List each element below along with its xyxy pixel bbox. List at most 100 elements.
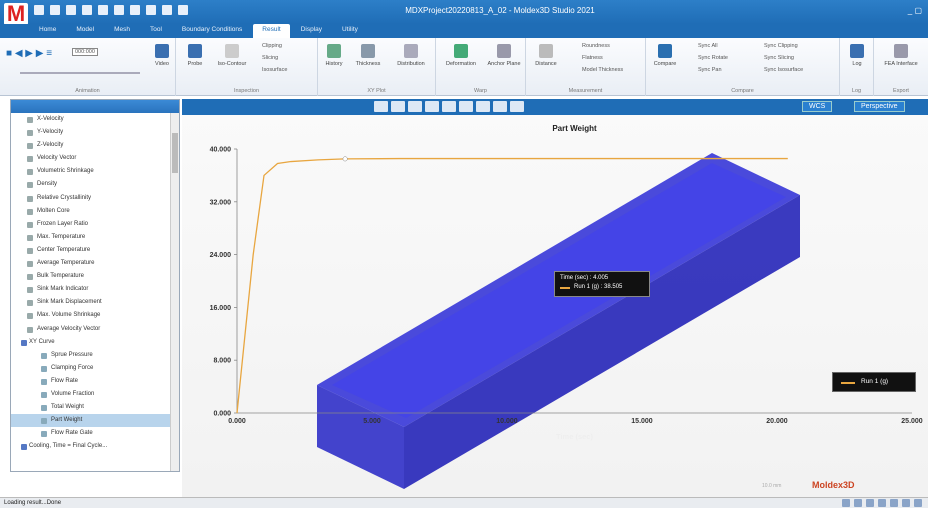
tree-item-label: Average Temperature [37, 260, 95, 267]
scale-bar: 10.0 mm [762, 483, 782, 489]
redo-icon[interactable] [130, 5, 140, 15]
tab-boundary-conditions[interactable]: Boundary Conditions [173, 24, 251, 38]
tree-item[interactable]: Clamping Force [11, 362, 171, 375]
flatness-button[interactable]: Flatness [582, 55, 603, 61]
tree-item-label: Y-Velocity [37, 129, 64, 136]
animation-slider[interactable] [20, 72, 140, 74]
clipping-button[interactable]: Clipping [262, 43, 282, 49]
anchor-plane-button[interactable]: Anchor Plane [486, 44, 522, 67]
tree-item[interactable]: X-Velocity [11, 113, 171, 126]
project-icon[interactable] [82, 5, 92, 15]
ortho-icon[interactable] [854, 499, 862, 507]
slicing-button[interactable]: Slicing [262, 55, 278, 61]
tree-item[interactable]: Sink Mark Indicator [11, 283, 171, 296]
tree-item[interactable]: Density [11, 178, 171, 191]
window-controls[interactable]: _ ▢ [908, 6, 922, 15]
deformation-button[interactable]: Deformation [440, 44, 482, 67]
compare-button[interactable]: Compare [648, 44, 682, 67]
tab-result[interactable]: Result [253, 24, 290, 38]
sync-all-button[interactable]: Sync All [698, 43, 718, 49]
tab-utility[interactable]: Utility [333, 24, 367, 38]
video-button[interactable]: Video [150, 44, 174, 67]
distance-button[interactable]: Distance [528, 44, 564, 67]
axis-icon[interactable] [493, 101, 507, 112]
save-as-icon[interactable] [146, 5, 156, 15]
tree-scrollbar[interactable] [170, 113, 179, 471]
zoom-icon[interactable] [408, 101, 422, 112]
tree-item[interactable]: Molten Core [11, 205, 171, 218]
fit-icon[interactable] [374, 101, 388, 112]
tree-item[interactable]: Volumetric Shrinkage [11, 165, 171, 178]
iso-contour-button[interactable]: Iso-Contour [212, 44, 252, 67]
scrollbar-thumb[interactable] [172, 133, 178, 173]
sync-rotate-button[interactable]: Sync Rotate [698, 55, 728, 61]
probe-button[interactable]: Probe [182, 44, 208, 67]
tree-item[interactable]: Bulk Temperature [11, 270, 171, 283]
tree-item[interactable]: Part Weight [11, 414, 171, 428]
select-icon[interactable] [842, 499, 850, 507]
mesh-icon[interactable] [476, 101, 490, 112]
tree-item[interactable]: Relative Crystallinity [11, 192, 171, 205]
tree-item[interactable]: Total Weight [11, 401, 171, 414]
tree-item[interactable]: Max. Temperature [11, 231, 171, 244]
wcs-dropdown[interactable]: WCS [802, 101, 833, 112]
new-icon[interactable] [34, 5, 44, 15]
tree-item[interactable]: Sink Mark Displacement [11, 296, 171, 309]
view-cube-icon[interactable] [459, 101, 473, 112]
tree-item[interactable]: Flow Rate [11, 375, 171, 388]
fea-interface-button[interactable]: FEA Interface [880, 44, 922, 67]
display-mode-icon[interactable] [425, 101, 439, 112]
distribution-button[interactable]: Distribution [390, 44, 432, 67]
x-tick-label: 5.000 [363, 418, 381, 425]
tree-item[interactable]: Flow Rate Gate [11, 427, 171, 440]
tab-display[interactable]: Display [292, 24, 331, 38]
tree-item[interactable]: Average Temperature [11, 257, 171, 270]
sync-isosurface-button[interactable]: Sync Isosurface [764, 67, 803, 73]
plane-icon[interactable] [866, 499, 874, 507]
app-logo[interactable]: M [4, 3, 28, 25]
tree-item[interactable]: XY Curve [11, 336, 171, 349]
tree-item[interactable]: Frozen Layer Ratio [11, 218, 171, 231]
capture-icon[interactable] [178, 5, 188, 15]
tree-item[interactable]: Average Velocity Vector [11, 323, 171, 336]
tab-model[interactable]: Model [67, 24, 103, 38]
sync-pan-button[interactable]: Sync Pan [698, 67, 722, 73]
tab-tool[interactable]: Tool [141, 24, 171, 38]
graphics-viewport[interactable]: WCS Perspective 0.000 5.000 10.000 15.000 20… [182, 99, 928, 497]
tree-item[interactable]: Max. Volume Shrinkage [11, 309, 171, 322]
settings-icon[interactable] [98, 5, 108, 15]
log-button[interactable]: Log [844, 44, 870, 67]
tree-item[interactable]: Center Temperature [11, 244, 171, 257]
snap-icon[interactable] [878, 499, 886, 507]
layer-icon[interactable] [510, 101, 524, 112]
tab-mesh[interactable]: Mesh [105, 24, 139, 38]
history-button[interactable]: History [320, 44, 348, 67]
frame-counter[interactable]: 000:000 [72, 48, 98, 56]
help-icon[interactable] [162, 5, 172, 15]
thickness-button[interactable]: Thickness [350, 44, 386, 67]
isosurface-button[interactable]: Isosurface [262, 67, 287, 73]
tree-item[interactable]: Cooling, Time = Final Cycle... [11, 440, 171, 453]
tree-item[interactable]: Sprue Pressure [11, 349, 171, 362]
model-thickness-button[interactable]: Model Thickness [582, 67, 623, 73]
sync-slicing-button[interactable]: Sync Slicing [764, 55, 794, 61]
pin-icon[interactable] [902, 499, 910, 507]
undo-icon[interactable] [114, 5, 124, 15]
shading-icon[interactable] [442, 101, 456, 112]
animation-controls[interactable]: ■ ◀ ▶ ▶ ≡ [6, 48, 52, 59]
save-icon[interactable] [66, 5, 76, 15]
measure-icon[interactable] [890, 499, 898, 507]
roundness-button[interactable]: Roundness [582, 43, 610, 49]
rotate-icon[interactable] [391, 101, 405, 112]
open-icon[interactable] [50, 5, 60, 15]
tab-home[interactable]: Home [30, 24, 65, 38]
projection-dropdown[interactable]: Perspective [854, 101, 905, 112]
tree-item[interactable]: Z-Velocity [11, 139, 171, 152]
tree-item[interactable]: Volume Fraction [11, 388, 171, 401]
data-marker[interactable] [342, 156, 348, 162]
tree-item[interactable]: Y-Velocity [11, 126, 171, 139]
tree-item[interactable]: Velocity Vector [11, 152, 171, 165]
close-icon[interactable] [914, 499, 922, 507]
sync-clipping-button[interactable]: Sync Clipping [764, 43, 798, 49]
tree-toolbar[interactable] [11, 100, 179, 113]
